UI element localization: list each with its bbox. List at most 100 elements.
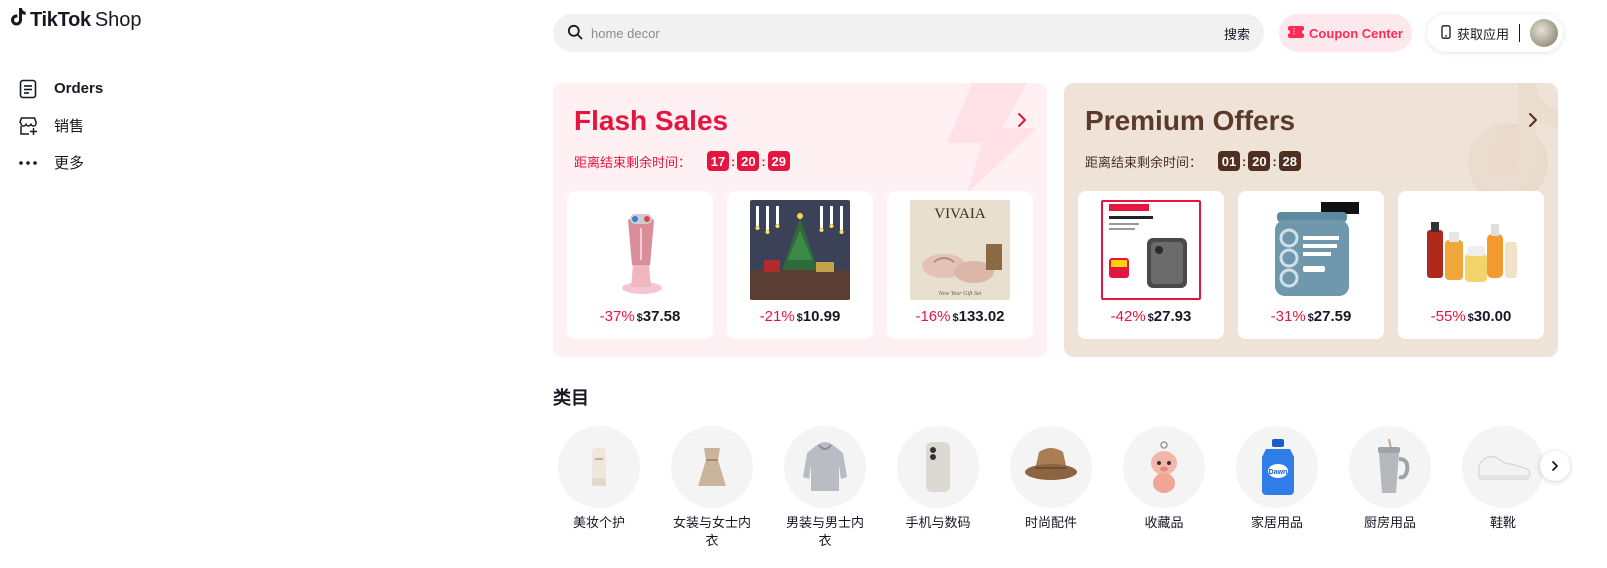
category-label: 家居用品 <box>1250 515 1303 530</box>
product-image-anker-powerbank <box>1101 200 1201 300</box>
sidebar-item-label: 销售 <box>54 118 85 135</box>
get-app-pill: 获取应用 <box>1427 14 1563 52</box>
get-app-button[interactable]: 获取应用 <box>1457 24 1509 43</box>
product-image-vivaia-shoes: VIVAIA New Year Gift Set <box>910 200 1010 300</box>
ticket-icon <box>1288 25 1305 41</box>
discount-label: -37% <box>599 308 635 325</box>
category-mens-wear[interactable]: 男装与男士内衣 <box>784 426 866 549</box>
category-fashion-accessories[interactable]: 时尚配件 <box>1010 426 1092 549</box>
premium-offers-title: Premium Offers <box>1085 105 1296 136</box>
countdown-hours: 17 <box>707 151 730 171</box>
category-beauty[interactable]: 美妆个护 <box>558 426 640 549</box>
divider <box>1519 24 1521 42</box>
countdown-seconds: 28 <box>1278 151 1301 171</box>
chevron-right-icon <box>1552 461 1558 471</box>
category-phones-electronics[interactable]: 手机与数码 <box>897 426 979 549</box>
sidebar-item-label: 更多 <box>54 155 85 172</box>
coupon-center-button[interactable]: Coupon Center <box>1279 14 1412 52</box>
category-womens-wear[interactable]: 女装与女士内衣 <box>671 426 753 549</box>
search-input[interactable] <box>591 25 1214 41</box>
product-card[interactable]: -21% $10.99 <box>727 191 873 339</box>
discount-label: -55% <box>1430 308 1466 325</box>
category-label: 女装与女士内衣 <box>672 515 751 548</box>
countdown-minutes: 20 <box>1248 151 1271 171</box>
price-row: -37% $37.58 <box>567 308 713 325</box>
sidebar-nav: Orders 销售 更多 <box>18 70 318 181</box>
svg-text:New Year Gift Set: New Year Gift Set <box>938 290 982 297</box>
bucket-hat-icon <box>1010 426 1092 508</box>
sidebar-item-orders[interactable]: Orders <box>18 70 318 107</box>
product-card[interactable]: -42% $27.93 <box>1078 191 1224 339</box>
chevron-right-icon[interactable] <box>1524 111 1542 129</box>
price-row: -55% $30.00 <box>1398 308 1544 325</box>
countdown: 距离结束剩余时间： 17 : 20 : 29 <box>574 151 790 171</box>
category-label: 厨房用品 <box>1363 515 1416 530</box>
search-bar: 搜索 <box>553 14 1264 52</box>
phone-icon <box>897 426 979 508</box>
product-card[interactable]: -55% $30.00 <box>1398 191 1544 339</box>
category-label: 美妆个护 <box>572 515 625 530</box>
category-collectibles[interactable]: 收藏品 <box>1123 426 1205 549</box>
countdown: 距离结束剩余时间： 01 : 20 : 28 <box>1085 151 1301 171</box>
search-icon <box>567 24 585 42</box>
phone-icon <box>1441 24 1451 42</box>
price-row: -31% $27.59 <box>1238 308 1384 325</box>
price-row: -16% $133.02 <box>887 308 1033 325</box>
countdown-minutes: 20 <box>737 151 760 171</box>
product-card[interactable]: VIVAIA New Year Gift Set -16% $133.02 <box>887 191 1033 339</box>
category-kitchenware[interactable]: 厨房用品 <box>1349 426 1431 549</box>
category-shoes[interactable]: 鞋靴 <box>1462 426 1544 549</box>
store-add-icon <box>18 116 38 136</box>
more-dots-icon <box>18 153 38 173</box>
category-label: 时尚配件 <box>1024 515 1077 530</box>
coupon-label: Coupon Center <box>1309 25 1403 41</box>
flash-sales-panel[interactable]: Flash Sales 距离结束剩余时间： 17 : 20 : 29 -37% $… <box>553 83 1047 357</box>
sneaker-icon <box>1462 426 1544 508</box>
tumbler-icon <box>1349 426 1431 508</box>
product-image-collagen-tub <box>1261 200 1361 300</box>
price: 30.00 <box>1473 308 1512 325</box>
collectible-icon <box>1123 426 1205 508</box>
price: 133.02 <box>958 308 1005 325</box>
category-next-button[interactable] <box>1540 451 1570 481</box>
svg-text:Dawn: Dawn <box>1269 469 1288 476</box>
sidebar-item-more[interactable]: 更多 <box>18 144 318 181</box>
sidebar-item-label: Orders <box>54 80 104 97</box>
hoodie-icon <box>784 426 866 508</box>
tiktok-shop-logo[interactable]: TikTok Shop <box>10 8 142 32</box>
svg-text:VIVAIA: VIVAIA <box>934 206 986 222</box>
price-row: -42% $27.93 <box>1078 308 1224 325</box>
price: 27.93 <box>1153 308 1192 325</box>
product-image-skincare-set <box>1421 200 1521 300</box>
category-home-supplies[interactable]: Dawn 家居用品 <box>1236 426 1318 549</box>
search-button[interactable]: 搜索 <box>1214 24 1250 43</box>
price: 10.99 <box>802 308 841 325</box>
orders-icon <box>18 79 38 99</box>
countdown-seconds: 29 <box>767 151 790 171</box>
brand-name: TikTok <box>30 8 91 31</box>
brand-suffix: Shop <box>94 8 142 31</box>
sidebar-item-sales[interactable]: 销售 <box>18 107 318 144</box>
category-label: 收藏品 <box>1144 515 1184 530</box>
flash-sales-title: Flash Sales <box>574 105 729 136</box>
dress-icon <box>671 426 753 508</box>
category-label: 鞋靴 <box>1489 515 1516 530</box>
chevron-right-icon[interactable] <box>1013 111 1031 129</box>
price-row: -21% $10.99 <box>727 308 873 325</box>
product-card[interactable]: -31% $27.59 <box>1238 191 1384 339</box>
countdown-hours: 01 <box>1218 151 1241 171</box>
category-label: 男装与男士内衣 <box>785 515 864 548</box>
premium-offers-panel[interactable]: Premium Offers 距离结束剩余时间： 01 : 20 : 28 -4… <box>1064 83 1558 357</box>
discount-label: -16% <box>915 308 951 325</box>
price: 37.58 <box>642 308 681 325</box>
avatar[interactable] <box>1530 19 1559 47</box>
categories-title: 类目 <box>553 388 589 408</box>
tiktok-note-decoration <box>1468 83 1558 203</box>
discount-label: -31% <box>1270 308 1306 325</box>
countdown-label: 距离结束剩余时间： <box>574 154 692 170</box>
detergent-icon: Dawn <box>1236 426 1318 508</box>
product-card[interactable]: -37% $37.58 <box>567 191 713 339</box>
product-image-christmas-candles <box>750 200 850 300</box>
price: 27.59 <box>1313 308 1352 325</box>
discount-label: -21% <box>759 308 795 325</box>
